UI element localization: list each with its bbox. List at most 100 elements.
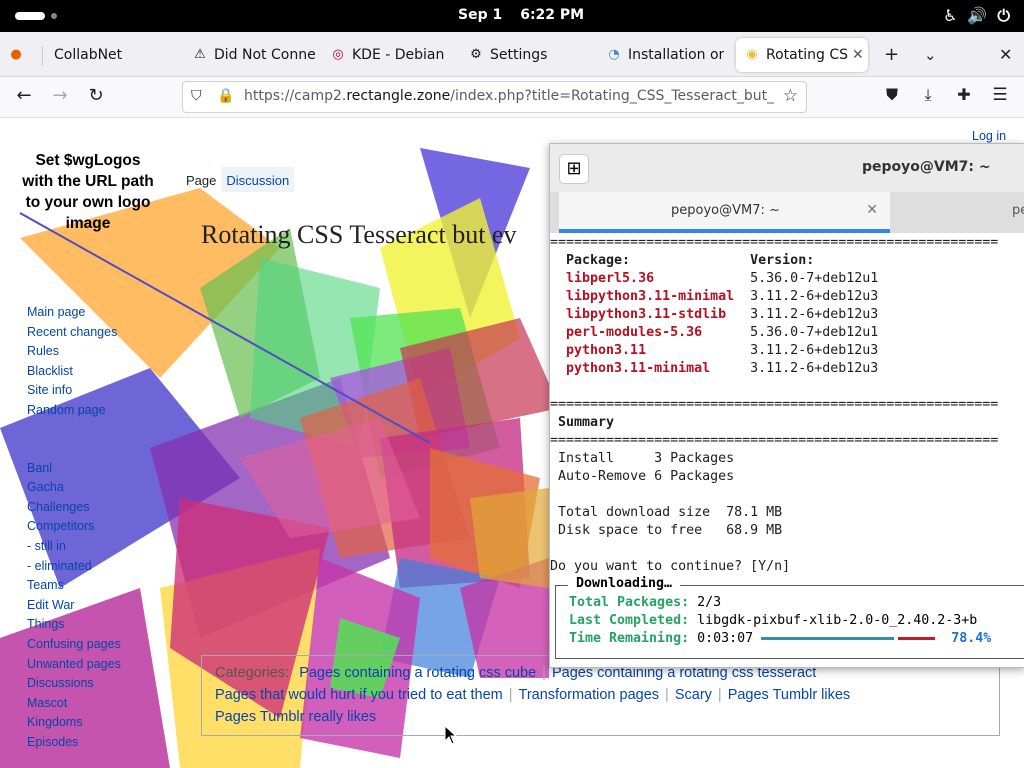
clock[interactable]: Sep 1 6:22 PM xyxy=(458,7,584,23)
sidebar-item-teams[interactable]: Teams xyxy=(27,576,121,596)
terminal-tab-2[interactable]: pe xyxy=(1012,203,1024,218)
sidebar-item-rules[interactable]: Rules xyxy=(27,342,121,362)
sidebar-item-discussions[interactable]: Discussions xyxy=(27,674,121,694)
art-polygon xyxy=(470,488,549,588)
category-link[interactable]: Pages Tumblr really likes xyxy=(215,709,376,725)
lock-icon[interactable]: 🔒 xyxy=(217,88,234,104)
new-terminal-tab-button[interactable]: ⊞ xyxy=(559,154,589,184)
close-window-button[interactable]: ✕ xyxy=(999,45,1012,64)
accessibility-icon[interactable]: ♿ xyxy=(943,6,957,26)
sidebar-item-eliminated[interactable]: - eliminated xyxy=(27,557,121,577)
sidebar-item-main-page[interactable]: Main page xyxy=(27,303,121,323)
terminal-title: pepoyo@VM7: ~ xyxy=(862,159,991,175)
sidebar-item-recent-changes[interactable]: Recent changes xyxy=(27,323,121,343)
pocket-icon[interactable]: ⛊ xyxy=(880,85,904,105)
category-link[interactable]: Pages containing a rotating css cube xyxy=(299,665,536,681)
tab-divider xyxy=(42,46,43,66)
url-path: /index.php?title=Rotating_CSS_Tesseract_… xyxy=(450,88,774,104)
back-button[interactable]: ← xyxy=(12,85,36,106)
sidebar-item-gacha[interactable]: Gacha xyxy=(27,478,121,498)
sidebar-item-banl[interactable]: Banl xyxy=(27,459,121,479)
separator-rule: ========================================… xyxy=(550,433,999,448)
system-top-bar: Sep 1 6:22 PM ♿ 🔊 ⏻ xyxy=(0,0,1024,32)
package-version: 3.11.2-6+deb12u3 xyxy=(750,307,879,322)
package-version: 5.36.0-7+deb12u1 xyxy=(750,271,879,286)
tab-did-not-connect[interactable]: ⚠ Did Not Conne xyxy=(192,38,316,72)
sidebar-item-mascot[interactable]: Mascot xyxy=(27,694,121,714)
sidebar-item-site-info[interactable]: Site info xyxy=(27,381,121,401)
terminal-header-bar: ⊞ pepoyo@VM7: ~ xyxy=(550,144,1024,192)
tab-label: Rotating CS xyxy=(766,47,848,63)
category-link[interactable]: Pages Tumblr likes xyxy=(728,687,851,703)
time-remaining-value: 0:03:07 xyxy=(697,631,754,646)
sidebar-item-still-in[interactable]: - still in xyxy=(27,537,121,557)
sidebar-item-kingdoms[interactable]: Kingdoms xyxy=(27,713,121,733)
tracking-shield-icon[interactable]: ⛉ xyxy=(191,88,202,104)
close-tab-icon[interactable]: ✕ xyxy=(852,47,864,63)
terminal-tab-active[interactable]: pepoyo@VM7: ~ ✕ xyxy=(559,192,890,233)
reload-button[interactable]: ↻ xyxy=(84,85,108,106)
tab-kde-debian[interactable]: ◎ KDE - Debian xyxy=(330,38,448,72)
tab-discussion[interactable]: Discussion xyxy=(221,167,295,192)
category-link[interactable]: Pages that would hurt if you tried to ea… xyxy=(215,687,503,703)
tab-settings[interactable]: ⚙ Settings xyxy=(468,38,588,72)
tab-page[interactable]: Page xyxy=(181,167,221,192)
sidebar-item-things[interactable]: Things xyxy=(27,615,121,635)
categories-label: Categories: xyxy=(215,665,290,681)
disk-space: Disk space to free 68.9 MB xyxy=(558,523,783,538)
firefox-view-button[interactable]: ● xyxy=(8,38,36,72)
package-version: 3.11.2-6+deb12u3 xyxy=(750,343,879,358)
volume-icon[interactable]: 🔊 xyxy=(967,6,987,26)
activities-indicator[interactable] xyxy=(15,12,45,20)
sidebar-item-confusing-pages[interactable]: Confusing pages xyxy=(27,635,121,655)
tab-installation[interactable]: ◔ Installation on xyxy=(606,38,724,72)
url-prefix: https://camp2. xyxy=(244,88,347,104)
login-link[interactable]: Log in xyxy=(972,129,1006,143)
list-tabs-button[interactable]: ⌄ xyxy=(924,46,937,64)
menu-icon[interactable]: ☰ xyxy=(988,85,1012,105)
new-tab-button[interactable]: + xyxy=(884,44,899,65)
sidebar-item-competitors[interactable]: Competitors xyxy=(27,517,121,537)
bookmark-star-icon[interactable]: ☆ xyxy=(783,86,798,106)
system-tray[interactable]: ♿ 🔊 ⏻ xyxy=(943,6,1010,26)
progress-bar-remaining xyxy=(898,636,936,640)
package-name: python3.11 xyxy=(566,343,647,358)
site-logo[interactable]: Set $wgLogos with the URL path to your o… xyxy=(22,150,154,234)
workspace-dot[interactable] xyxy=(51,13,57,19)
summary-heading: Summary xyxy=(558,415,615,430)
tab-label: Installation on xyxy=(628,47,724,63)
page-title: Rotating CSS Tesseract but ev xyxy=(201,220,517,249)
sidebar-item-unwanted-pages[interactable]: Unwanted pages xyxy=(27,655,121,675)
sidebar-item-episodes[interactable]: Episodes xyxy=(27,733,121,753)
sidebar-item-edit-war[interactable]: Edit War xyxy=(27,596,121,616)
forward-button[interactable]: → xyxy=(48,85,72,106)
sidebar-item-challenges[interactable]: Challenges xyxy=(27,498,121,518)
category-link[interactable]: Scary xyxy=(675,687,712,703)
column-version-header: Version: xyxy=(750,253,815,268)
tab-label: Did Not Conne xyxy=(214,47,316,63)
gear-icon: ⚙ xyxy=(470,47,482,62)
downloads-icon[interactable]: ⤓ xyxy=(916,85,940,105)
package-name: python3.11-minimal xyxy=(566,361,711,376)
extensions-icon[interactable]: ✚ xyxy=(952,85,976,104)
tab-label: KDE - Debian xyxy=(352,47,445,63)
tab-collabnet[interactable]: CollabNet xyxy=(54,38,174,72)
terminal-tab-label: pepoyo@VM7: ~ xyxy=(671,203,780,218)
package-name: libpython3.11-minimal xyxy=(566,289,735,304)
terminal-output[interactable]: ========================================… xyxy=(550,234,998,576)
close-terminal-tab-icon[interactable]: ✕ xyxy=(866,202,878,218)
sidebar-item-blacklist[interactable]: Blacklist xyxy=(27,362,121,382)
url-text[interactable]: https://camp2.rectangle.zone/index.php?t… xyxy=(244,88,774,104)
package-version: 3.11.2-6+deb12u3 xyxy=(750,289,879,304)
package-version: 5.36.0-7+deb12u1 xyxy=(750,325,879,340)
last-completed-label: Last Completed: xyxy=(569,613,690,628)
url-bar[interactable]: ⛉ 🔒 https://camp2.rectangle.zone/index.p… xyxy=(182,81,807,113)
power-icon[interactable]: ⏻ xyxy=(997,6,1010,26)
category-link[interactable]: Transformation pages xyxy=(519,687,660,703)
mouse-pointer-icon xyxy=(444,725,458,745)
tab-rotating-css[interactable]: ◉ Rotating CS ✕ xyxy=(736,38,868,72)
sidebar-item-random-page[interactable]: Random page xyxy=(27,401,121,421)
separator-rule: ========================================… xyxy=(550,235,999,250)
